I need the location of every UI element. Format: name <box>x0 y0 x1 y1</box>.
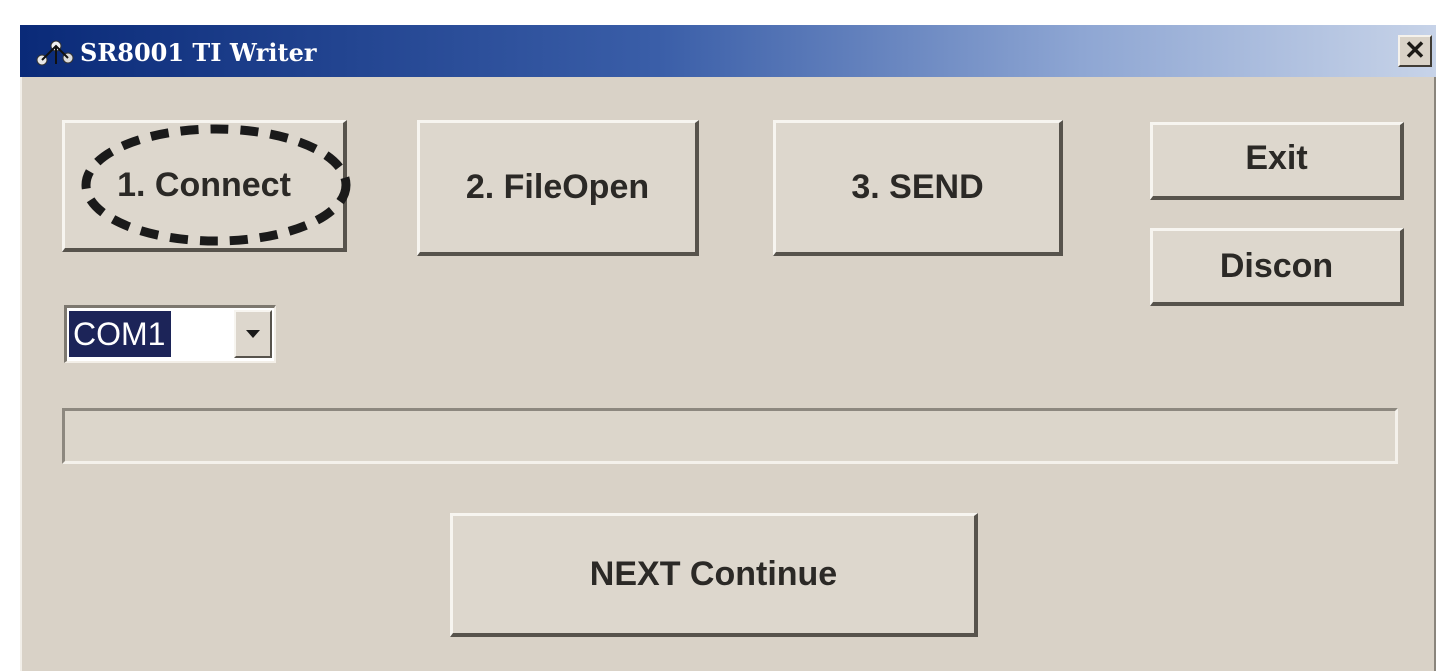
connect-button-label: 1. Connect <box>117 166 291 204</box>
title-bar[interactable]: SR8001 TI Writer ✕ <box>20 25 1436 77</box>
progress-bar <box>62 408 1398 464</box>
chevron-down-icon <box>246 330 260 338</box>
send-button[interactable]: 3. SEND <box>773 120 1063 256</box>
window-title: SR8001 TI Writer <box>80 38 317 67</box>
send-button-label: 3. SEND <box>851 168 984 206</box>
exit-button[interactable]: Exit <box>1150 122 1404 200</box>
file-open-button-label: 2. FileOpen <box>465 168 650 206</box>
app-icon <box>36 40 74 66</box>
com-port-dropdown-button[interactable] <box>234 310 272 358</box>
com-port-select[interactable]: COM1 <box>64 305 276 363</box>
file-open-button[interactable]: 2. FileOpen <box>417 120 699 256</box>
exit-button-label: Exit <box>1245 139 1308 177</box>
com-port-selected-value: COM1 <box>69 311 172 357</box>
close-icon: ✕ <box>1404 35 1426 65</box>
discon-button-label: Discon <box>1219 247 1334 285</box>
next-continue-button[interactable]: NEXT Continue <box>450 513 978 637</box>
next-continue-button-label: NEXT Continue <box>589 555 838 593</box>
close-button[interactable]: ✕ <box>1398 35 1432 67</box>
discon-button[interactable]: Discon <box>1150 228 1404 306</box>
connect-button[interactable]: 1. Connect <box>62 120 347 252</box>
app-window: SR8001 TI Writer ✕ 1. Connect 2. FileOpe… <box>20 25 1436 671</box>
